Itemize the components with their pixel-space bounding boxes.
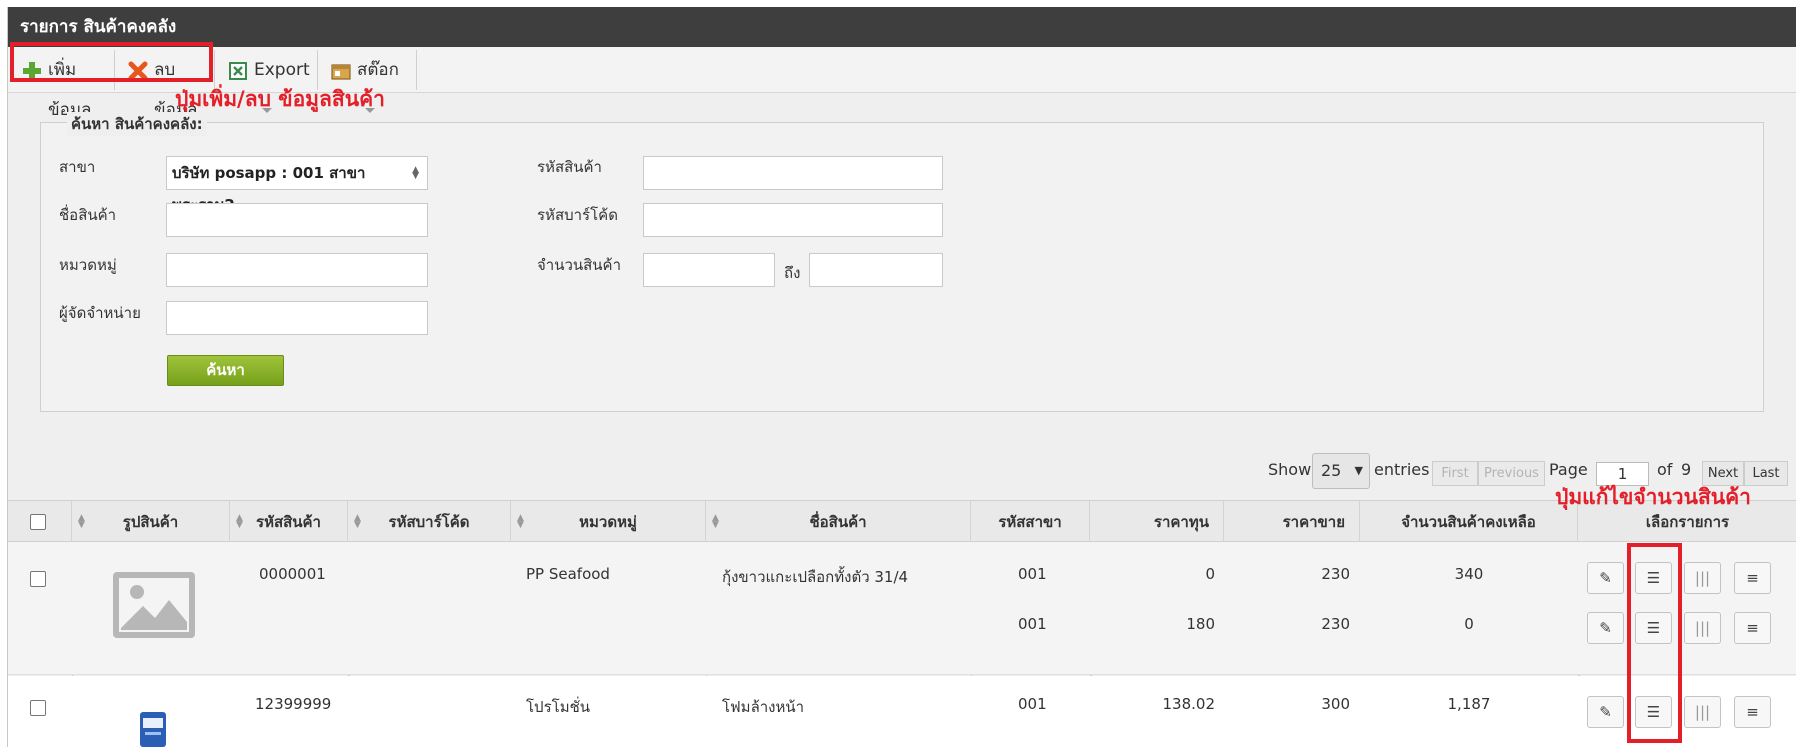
header-category[interactable]: ▲ ▼ หมวดหมู่ [511, 501, 706, 543]
sort-icon: ▲ ▼ [517, 513, 524, 530]
edit-icon: ✎ [1599, 619, 1612, 637]
barcode-icon: ||| [1694, 703, 1711, 721]
barcode-label: รหัสบาร์โค้ด [537, 206, 618, 224]
header-sell-price: ราคาขาย [1224, 501, 1360, 543]
edit-icon: ✎ [1599, 569, 1612, 587]
export-label: Export [254, 60, 310, 80]
cost-price: 138.02 [1162, 695, 1216, 713]
box-icon [331, 64, 351, 80]
supplier-label: ผู้จัดจำหน่าย [59, 304, 141, 322]
header-select-all [8, 501, 72, 543]
page-title: รายการ สินค้าคงคลัง [8, 7, 1796, 47]
sort-icon: ▲ ▼ [712, 513, 719, 530]
search-button[interactable]: ค้นหา [167, 355, 284, 386]
product-code-label: รหัสสินค้า [537, 158, 602, 176]
image-icon [121, 585, 187, 630]
sell-price: 230 [1321, 615, 1350, 633]
remaining-qty: 0 [1464, 615, 1474, 633]
branch-code: 001 [1018, 565, 1047, 583]
annotation-edit-qty: ปุ่มแก้ไขจำนวนสินค้า [1555, 485, 1751, 509]
branch-code: 001 [1018, 695, 1047, 713]
category-label: หมวดหมู่ [59, 256, 117, 274]
detail-list-button[interactable]: ≡ [1734, 562, 1771, 594]
list-icon: ≡ [1746, 569, 1759, 587]
detail-list-button[interactable]: ≡ [1734, 612, 1771, 644]
product-code: 12399999 [255, 695, 332, 713]
annotation-box-add-delete [10, 42, 213, 82]
remaining-qty: 1,187 [1447, 695, 1491, 713]
product-code: 0000001 [259, 565, 326, 583]
branch-code: 001 [1018, 615, 1047, 633]
quantity-to-input[interactable] [809, 253, 943, 287]
main-panel: รายการ สินค้าคงคลัง เพิ่มข้อมูล ลบข้อมูล… [7, 7, 1796, 747]
category: โปรโมชั่น [526, 698, 591, 716]
image-placeholder-icon [113, 572, 195, 638]
detail-list-button[interactable]: ≡ [1734, 696, 1771, 728]
header-branch-code: รหัสสาขา [971, 501, 1090, 543]
table-row: 0000001 PP Seafood กุ้งขาวแกะเปลือกทั้งต… [8, 542, 1796, 675]
edit-button[interactable]: ✎ [1587, 562, 1624, 594]
barcode-button[interactable]: ||| [1684, 562, 1721, 594]
header-remaining-qty: จำนวนสินค้าคงเหลือ [1360, 501, 1578, 543]
quantity-from-input[interactable] [643, 253, 775, 287]
search-panel: ค้นหา สินค้าคงคลัง: สาขา บริษัท posapp :… [40, 112, 1764, 412]
page-size-value: 25 [1321, 461, 1342, 480]
sort-icon: ▲ ▼ [78, 513, 85, 530]
sell-price: 230 [1321, 565, 1350, 583]
edit-button[interactable]: ✎ [1587, 612, 1624, 644]
row-checkbox[interactable] [30, 700, 46, 716]
quantity-label: จำนวนสินค้า [537, 256, 622, 274]
previous-page-button[interactable]: Previous [1478, 461, 1545, 486]
edit-icon: ✎ [1599, 703, 1612, 721]
branch-label: สาขา [59, 158, 96, 176]
supplier-input[interactable] [166, 301, 428, 335]
page-size-select[interactable]: 25 ▼ [1312, 453, 1370, 489]
category-input[interactable] [166, 253, 428, 287]
sort-icon: ▲ ▼ [354, 513, 361, 530]
product-image [140, 712, 166, 747]
first-page-button[interactable]: First [1432, 461, 1478, 486]
category: PP Seafood [526, 565, 610, 583]
header-product-name[interactable]: ▲ ▼ ชื่อสินค้า [706, 501, 971, 543]
product-name-label: ชื่อสินค้า [59, 206, 117, 224]
barcode-icon: ||| [1694, 569, 1711, 587]
stock-label: สต๊อก [357, 60, 399, 80]
header-cost-price: ราคาทุน [1090, 501, 1224, 543]
quantity-to-label: ถึง [784, 264, 801, 282]
header-image[interactable]: ▲ ▼ รูปสินค้า [72, 501, 230, 543]
product-name: โฟมล้างหน้า [722, 698, 805, 716]
cost-price: 0 [1205, 565, 1215, 583]
list-icon: ≡ [1746, 703, 1759, 721]
show-label: Show [1268, 460, 1312, 479]
barcode-input[interactable] [643, 203, 943, 237]
sort-icon: ▲ ▼ [236, 513, 243, 530]
table-header: ▲ ▼ รูปสินค้า ▲ ▼ รหัสสินค้า ▲ ▼ รหัสบาร์โค้ด … [8, 500, 1796, 543]
header-barcode[interactable]: ▲ ▼ รหัสบาร์โค้ด [348, 501, 511, 543]
updown-icon: ▲ ▼ [412, 165, 419, 181]
entries-label: entries [1374, 460, 1430, 479]
branch-select[interactable]: บริษัท posapp : 001 สาขา พระราม2 ▲▼ [166, 156, 428, 214]
cost-price: 180 [1186, 615, 1215, 633]
remaining-qty: 340 [1454, 565, 1484, 583]
search-legend: ค้นหา สินค้าคงคลัง: [67, 112, 207, 136]
barcode-button[interactable]: ||| [1684, 696, 1721, 728]
edit-button[interactable]: ✎ [1587, 696, 1624, 728]
chevron-down-icon: ▼ [1354, 464, 1363, 477]
header-product-code[interactable]: ▲ ▼ รหัสสินค้า [230, 501, 348, 543]
excel-icon [229, 62, 247, 80]
product-name: กุ้งขาวแกะเปลือกทั้งตัว 31/4 [722, 568, 909, 586]
product-code-input[interactable] [643, 156, 943, 190]
select-all-checkbox[interactable] [30, 514, 46, 530]
list-icon: ≡ [1746, 619, 1759, 637]
table-row: 12399999 โปรโมชั่น โฟมล้างหน้า 001 138.0… [8, 676, 1796, 747]
barcode-button[interactable]: ||| [1684, 612, 1721, 644]
annotation-box-edit-qty [1627, 543, 1682, 743]
barcode-icon: ||| [1694, 619, 1711, 637]
sell-price: 300 [1321, 695, 1350, 713]
product-name-input[interactable] [166, 203, 428, 237]
row-checkbox[interactable] [30, 571, 46, 587]
